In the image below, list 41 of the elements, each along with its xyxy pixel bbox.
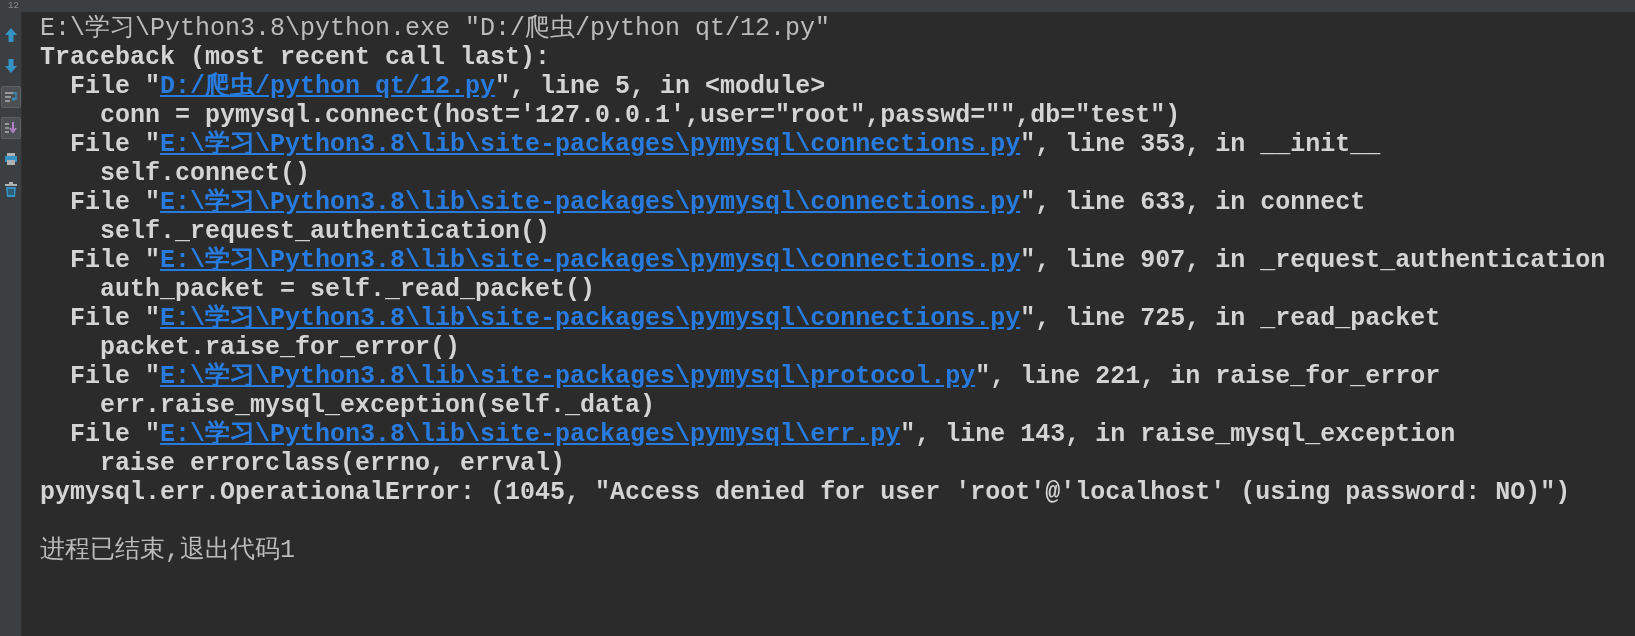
traceback-line: ", line 725, in _read_packet (1020, 304, 1441, 333)
traceback-line: File " (69, 362, 161, 391)
tab-label[interactable]: 12 (8, 1, 19, 11)
traceback-line: pymysql.err.OperationalError: (1045, "Access denied for user 'root'@'localhost' (using password: NO)") (40, 478, 1571, 507)
trash-icon (3, 182, 18, 198)
traceback-line: File " (69, 304, 161, 333)
traceback-line: ", line 633, in connect (1020, 188, 1366, 217)
traceback-line: ", line 221, in raise_for_error (975, 362, 1441, 391)
traceback-line: err.raise_mysql_exception(self._data) (99, 391, 656, 420)
arrow-up-icon (3, 27, 18, 43)
toolbar-button[interactable] (0, 117, 21, 139)
traceback-line: File " (69, 188, 161, 217)
file-link[interactable]: E:\学习\Python3.8\lib\site-packages\pymysql\connections.py (160, 130, 1021, 159)
file-link[interactable]: D:/爬虫/python qt/12.py (160, 72, 496, 101)
traceback-line: auth_packet = self._read_packet() (99, 275, 596, 304)
traceback-line: File " (69, 130, 161, 159)
scroll-to-end-icon (3, 121, 18, 135)
traceback-line: ", line 907, in _request_authentication (1020, 246, 1606, 275)
traceback-line: File " (69, 420, 161, 449)
soft-wrap-icon (3, 90, 18, 104)
traceback-line: raise errorclass(errno, errval) (99, 449, 566, 478)
traceback-line: self.connect() (99, 159, 311, 188)
traceback-line: self._request_authentication() (99, 217, 551, 246)
arrow-down-icon (3, 58, 18, 74)
traceback-line: Traceback (most recent call last): (40, 43, 551, 72)
file-link[interactable]: E:\学习\Python3.8\lib\site-packages\pymysql\err.py (160, 420, 901, 449)
file-link[interactable]: E:\学习\Python3.8\lib\site-packages\pymysql\protocol.py (160, 362, 976, 391)
file-link[interactable]: E:\学习\Python3.8\lib\site-packages\pymysql\connections.py (160, 188, 1021, 217)
exit-message: 进程已结束,退出代码1 (40, 536, 295, 565)
traceback-line: ", line 143, in raise_mysql_exception (900, 420, 1456, 449)
traceback-line: ", line 353, in __init__ (1020, 130, 1381, 159)
file-link[interactable]: E:\学习\Python3.8\lib\site-packages\pymysql\connections.py (160, 246, 1021, 275)
traceback-line: packet.raise_for_error() (99, 333, 461, 362)
file-link[interactable]: E:\学习\Python3.8\lib\site-packages\pymysql\connections.py (160, 304, 1021, 333)
printer-icon (3, 152, 18, 166)
traceback-line: File " (69, 72, 161, 101)
command-line: E:\学习\Python3.8\python.exe "D:/爬虫/python qt/12.py" (40, 14, 831, 43)
traceback-line: conn = pymysql.connect(host='127.0.0.1',user="root",passwd="",db="test") (99, 101, 1181, 130)
traceback-line: File " (69, 246, 161, 275)
traceback-line: ", line 5, in <module> (495, 72, 826, 101)
toolbar-button[interactable] (0, 86, 21, 108)
